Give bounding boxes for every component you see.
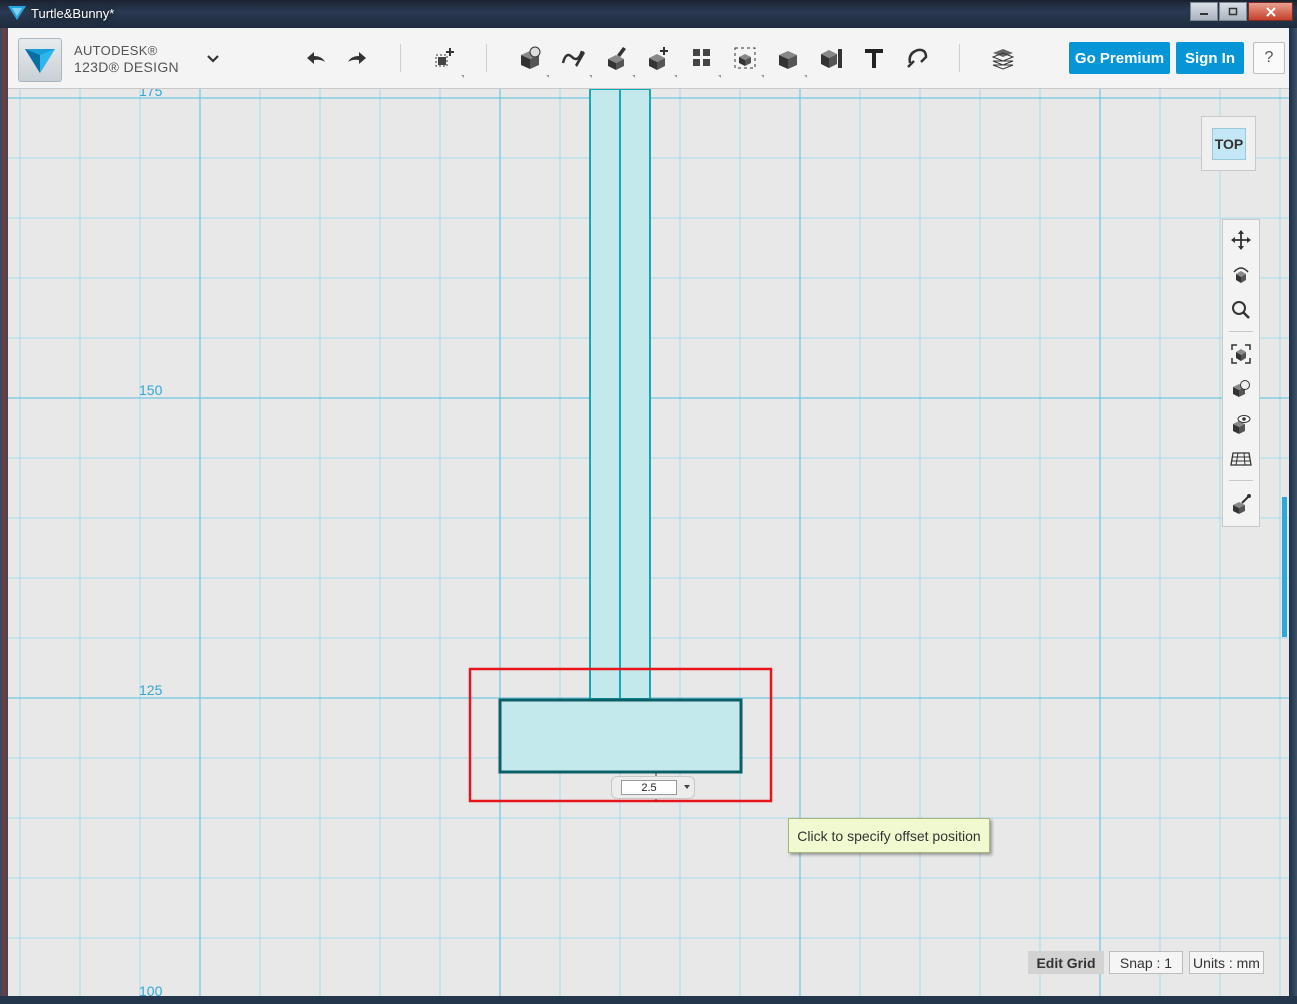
pan-icon	[1231, 230, 1251, 250]
modify-tool[interactable]	[644, 44, 677, 78]
text-tool[interactable]	[860, 44, 888, 72]
measure-icon	[821, 49, 842, 68]
construct-icon	[608, 47, 626, 70]
axis-label-150: 150	[139, 382, 163, 398]
close-icon	[1265, 6, 1276, 17]
axis-label-125: 125	[139, 682, 163, 698]
nav-separator	[1229, 480, 1253, 481]
app-logo[interactable]	[18, 38, 62, 82]
view-cube[interactable]: TOP	[1201, 116, 1256, 171]
nav-separator	[1229, 331, 1253, 332]
axis-label-175: 175	[139, 89, 163, 99]
go-premium-button[interactable]: Go Premium	[1069, 42, 1170, 74]
combine-icon	[779, 51, 797, 69]
fit-button[interactable]	[1227, 340, 1255, 368]
snap-setting[interactable]: Snap : 1	[1109, 951, 1183, 974]
offset-input-widget	[611, 776, 695, 799]
toolbar-separator	[486, 44, 487, 72]
toolbar-separator	[959, 44, 960, 72]
grid-toggle-icon	[1230, 452, 1252, 466]
primitives-icon	[521, 46, 541, 69]
zoom-button[interactable]	[1227, 296, 1255, 324]
window-title-bar[interactable]: Turtle&Bunny*	[0, 0, 1297, 28]
window-border-left	[0, 28, 8, 1004]
minimize-icon	[1200, 12, 1208, 15]
undo-button[interactable]	[302, 44, 330, 72]
side-scroll-indicator[interactable]	[1282, 497, 1287, 637]
offset-tooltip: Click to specify offset position	[788, 818, 990, 853]
axis-label-100: 100	[139, 983, 163, 996]
design-canvas[interactable]: 175 150 125 100 Click to specify offset …	[8, 89, 1289, 996]
fit-icon	[1231, 344, 1251, 364]
group-tool[interactable]	[731, 44, 764, 78]
redo-button[interactable]	[343, 44, 371, 72]
offset-value-input[interactable]	[621, 780, 677, 795]
sketch-tool[interactable]	[559, 44, 592, 78]
app-frame: AUTODESK® 123D® DESIGN Go Premium Sign I…	[8, 28, 1289, 996]
snap-tool[interactable]	[903, 44, 931, 72]
close-button[interactable]	[1248, 2, 1293, 21]
snap-settings-button[interactable]	[1227, 490, 1255, 518]
text-icon	[865, 49, 883, 68]
pattern-icon	[693, 49, 710, 66]
undo-icon	[307, 52, 325, 64]
help-button[interactable]: ?	[1253, 42, 1285, 74]
transform-icon	[435, 48, 454, 67]
orbit-icon	[1233, 267, 1249, 283]
navigation-bar	[1222, 219, 1260, 527]
materials-outlines-button[interactable]	[1227, 375, 1255, 403]
sketch-icon	[561, 50, 585, 67]
redo-icon	[348, 52, 366, 64]
edit-grid-button[interactable]: Edit Grid	[1028, 951, 1104, 974]
combine-tool[interactable]	[774, 44, 807, 78]
materials-icon	[991, 49, 1015, 70]
measure-tool[interactable]	[817, 44, 845, 72]
units-setting[interactable]: Units : mm	[1189, 951, 1264, 974]
window-border-bottom	[0, 996, 1297, 1004]
modify-icon	[649, 47, 668, 70]
snap-icon	[907, 48, 928, 68]
pattern-tool[interactable]	[688, 44, 721, 78]
construct-tool[interactable]	[602, 44, 635, 78]
primitives-tool[interactable]	[516, 44, 549, 78]
materials-outlines-icon	[1233, 380, 1250, 397]
chevron-down-icon[interactable]	[206, 54, 220, 64]
maximize-button[interactable]	[1219, 2, 1247, 21]
view-cube-top-face[interactable]: TOP	[1212, 128, 1246, 160]
minimize-button[interactable]	[1190, 2, 1218, 21]
window-title: Turtle&Bunny*	[31, 6, 115, 21]
main-toolbar: AUTODESK® 123D® DESIGN Go Premium Sign I…	[8, 28, 1289, 89]
product-name: 123D® DESIGN	[74, 59, 179, 75]
app-logo-icon	[8, 6, 26, 20]
maximize-icon	[1228, 7, 1238, 16]
grid-toggle-button[interactable]	[1227, 445, 1255, 473]
window-border-right	[1289, 28, 1297, 1004]
grid-plane	[8, 89, 1289, 996]
offset-dropdown-arrow[interactable]	[684, 785, 690, 789]
snap-settings-icon	[1233, 494, 1251, 514]
zoom-icon	[1232, 301, 1250, 319]
orbit-button[interactable]	[1227, 261, 1255, 289]
visibility-button[interactable]	[1227, 410, 1255, 438]
pan-button[interactable]	[1227, 226, 1255, 254]
autodesk-logo-icon	[25, 49, 55, 73]
transform-tool[interactable]	[431, 44, 464, 78]
group-icon	[734, 47, 756, 69]
base-block[interactable]	[498, 698, 743, 774]
brand-name: AUTODESK®	[74, 43, 158, 58]
materials-tool[interactable]	[989, 44, 1017, 72]
visibility-icon	[1233, 415, 1251, 434]
sign-in-button[interactable]: Sign In	[1176, 42, 1244, 74]
toolbar-separator	[400, 44, 401, 72]
